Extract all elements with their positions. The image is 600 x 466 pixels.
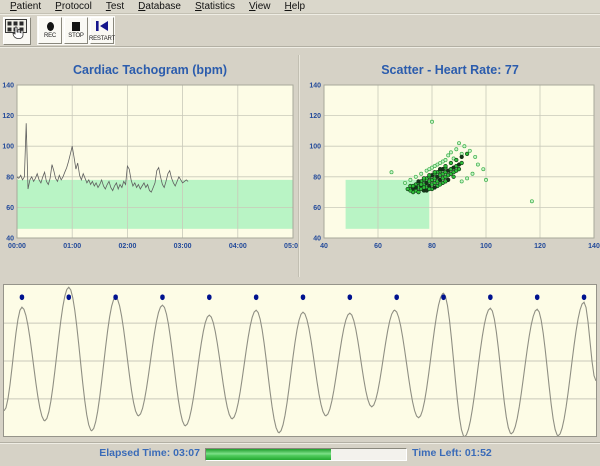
scatter-panel: Scatter - Heart Rate: 77 40 60 80 100 120 140… <box>300 60 600 270</box>
stop-square-icon <box>72 22 80 31</box>
svg-text:80: 80 <box>313 174 321 181</box>
time-left-label: Time Left: 01:52 <box>412 447 492 459</box>
rec-button-label: REC <box>44 33 56 40</box>
stop-button[interactable]: STOP <box>64 17 88 44</box>
svg-text:140: 140 <box>588 243 600 250</box>
transport-button-group: REC STOP RESTART <box>37 16 115 45</box>
pacer-wave-panel <box>3 284 597 437</box>
svg-text:100: 100 <box>2 144 14 151</box>
svg-text:02:00: 02:00 <box>118 243 136 250</box>
svg-text:100: 100 <box>480 243 492 250</box>
tachogram-title: Cardiac Tachogram (bpm) <box>0 60 300 80</box>
rec-button[interactable]: REC <box>38 17 62 44</box>
record-dot-icon <box>47 22 54 31</box>
manual-entry-button[interactable] <box>3 17 31 45</box>
session-progress-fill <box>206 449 331 460</box>
svg-text:60: 60 <box>6 205 14 212</box>
svg-text:00:00: 00:00 <box>8 243 26 250</box>
svg-text:80: 80 <box>6 174 14 181</box>
tachogram-panel: Cardiac Tachogram (bpm) 40 60 80 100 120 140 0… <box>0 60 300 270</box>
svg-text:03:00: 03:00 <box>174 243 192 250</box>
toolbar: REC STOP RESTART <box>0 14 600 47</box>
stop-button-label: STOP <box>68 33 83 40</box>
svg-text:140: 140 <box>2 83 14 90</box>
scatter-chart: 40 60 80 100 120 140 40 60 80 100 120 140 <box>300 80 600 265</box>
svg-text:40: 40 <box>313 236 321 243</box>
status-bar: Elapsed Time: 03:07 Time Left: 01:52 <box>0 442 600 466</box>
pacer-waveform <box>4 285 596 436</box>
menu-patient[interactable]: Patient <box>3 1 48 12</box>
svg-text:60: 60 <box>374 243 382 250</box>
menu-test[interactable]: Test <box>99 1 131 12</box>
session-progress-bar <box>205 448 407 461</box>
tachogram-chart: 40 60 80 100 120 140 00:00 01:00 02:00 03:00 04:00… <box>0 80 300 265</box>
menu-help[interactable]: Help <box>278 1 313 12</box>
svg-text:60: 60 <box>313 205 321 212</box>
menu-view[interactable]: View <box>242 1 278 12</box>
svg-text:40: 40 <box>6 236 14 243</box>
svg-text:01:00: 01:00 <box>63 243 81 250</box>
keypad-hand-icon <box>5 19 29 43</box>
svg-text:80: 80 <box>428 243 436 250</box>
restart-button-label: RESTART <box>89 36 115 43</box>
app-window: PatientProtocolTestDatabaseStatisticsVie… <box>0 0 600 466</box>
svg-text:04:00: 04:00 <box>229 243 247 250</box>
elapsed-time-label: Elapsed Time: 03:07 <box>0 447 200 459</box>
scatter-title: Scatter - Heart Rate: 77 <box>300 60 600 80</box>
skip-to-start-icon <box>96 19 108 34</box>
svg-text:140: 140 <box>309 83 321 90</box>
menu-protocol[interactable]: Protocol <box>48 1 99 12</box>
svg-text:100: 100 <box>309 144 321 151</box>
menu-statistics[interactable]: Statistics <box>188 1 242 12</box>
menu-database[interactable]: Database <box>131 1 188 12</box>
menu-bar: PatientProtocolTestDatabaseStatisticsVie… <box>0 0 600 14</box>
svg-text:120: 120 <box>309 113 321 120</box>
restart-button[interactable]: RESTART <box>90 17 114 44</box>
svg-text:40: 40 <box>320 243 328 250</box>
svg-text:120: 120 <box>2 113 14 120</box>
svg-text:120: 120 <box>534 243 546 250</box>
